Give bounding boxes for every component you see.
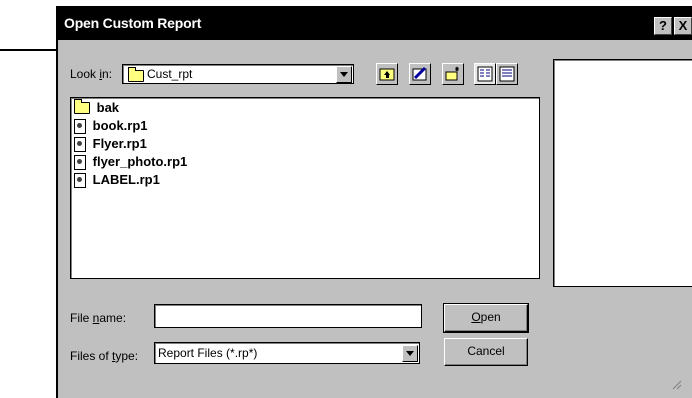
look-in-dropdown-button[interactable] [336,66,352,83]
preview-pane [553,59,692,287]
up-one-level-icon [379,68,395,81]
file-name-label: File name: [70,311,127,325]
cancel-button[interactable]: Cancel [444,338,528,366]
desktop-icon [412,66,427,81]
file-name-text: book.rp1 [92,118,148,133]
resize-grip-icon[interactable] [672,380,682,390]
open-label: pen [480,310,501,324]
details-view-button[interactable] [496,63,518,85]
list-item[interactable]: bak [74,98,120,117]
look-in-value: Cust_rpt [147,67,193,81]
list-item[interactable]: Flyer.rp1 [74,135,147,153]
report-file-icon [74,137,86,153]
open-accel: O [471,310,481,324]
new-folder-icon [445,66,459,81]
report-file-icon [74,173,86,189]
open-custom-report-dialog: Open Custom Report ? X Look in: Cust_rpt [56,6,692,398]
look-in-label: Look in: [70,67,113,81]
list-view-button[interactable] [474,63,496,85]
file-type-dropdown-button[interactable] [402,345,418,362]
up-one-level-button[interactable] [376,63,398,85]
list-view-icon [477,66,493,82]
file-name-text: bak [96,100,120,115]
look-in-combobox[interactable]: Cust_rpt [122,64,354,84]
report-file-icon [74,119,86,135]
report-file-icon [74,155,86,171]
dialog-title: Open Custom Report [64,15,202,31]
file-type-label: Files of type: [70,349,139,363]
file-name-text: flyer_photo.rp1 [92,154,188,169]
file-name-text: Flyer.rp1 [92,136,147,151]
file-type-combobox[interactable]: Report Files (*.rp*) [154,342,420,364]
folder-icon [128,67,144,82]
file-name-text: LABEL.rp1 [92,172,160,187]
new-folder-button[interactable] [442,63,464,85]
title-bar: Open Custom Report ? X [58,8,692,40]
folder-icon [74,98,90,114]
help-button[interactable]: ? [654,17,672,35]
file-name-field[interactable] [154,304,422,328]
list-item[interactable]: flyer_photo.rp1 [74,153,187,171]
desktop-button[interactable] [409,63,431,85]
open-button[interactable]: Open [443,303,529,333]
details-view-icon [499,66,515,82]
file-type-value: Report Files (*.rp*) [158,346,258,360]
list-item[interactable]: LABEL.rp1 [74,171,160,189]
file-list[interactable]: bak book.rp1 Flyer.rp1 flyer_photo.rp1 L… [70,97,540,279]
close-button[interactable]: X [674,17,692,35]
list-item[interactable]: book.rp1 [74,117,148,135]
